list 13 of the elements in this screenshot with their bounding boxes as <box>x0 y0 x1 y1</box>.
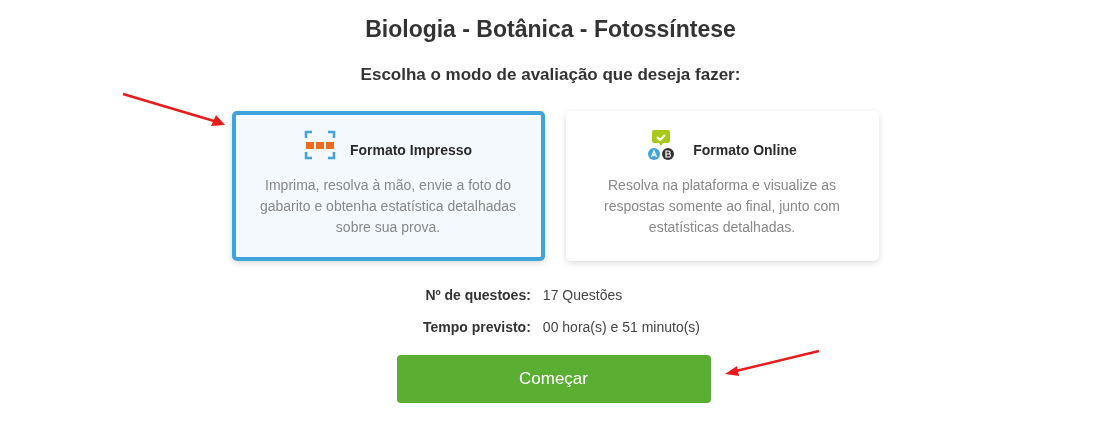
mode-card[interactable]: Formato Impresso Imprima, resolva à mão, envie a foto do gabarito e obtenha estatística detalhadas sobre sua prova. <box>231 111 545 261</box>
info-value: 17 Questões <box>542 287 624 303</box>
info-label: Nº de questoes: <box>424 287 531 303</box>
card-description: Resolva na plataforma e visualize as respostas somente ao final, junto com estatísticas detalhadas. <box>603 176 841 237</box>
card-description: Imprima, resolva à mão, envie a foto do gabarito e obtenha estatística detalhadas sobre sua prova. <box>258 176 518 237</box>
card-title: Formato Online <box>693 142 797 158</box>
info-value: 00 hora(s) e 51 minuto(s) <box>542 319 701 335</box>
card-title: Formato Impresso <box>349 142 473 158</box>
page-title: Biologia - Botânica - Fotossíntese <box>365 16 736 43</box>
scan-icon <box>303 129 336 161</box>
info-label: Tempo previsto: <box>422 319 531 335</box>
mode-card[interactable]: Formato Online Resolva na plataforma e visualize as respostas somente ao final, junto com estatísticas detalhadas. <box>565 111 879 261</box>
page-subtitle: Escolha o modo de avaliação que deseja fazer: <box>360 65 741 85</box>
